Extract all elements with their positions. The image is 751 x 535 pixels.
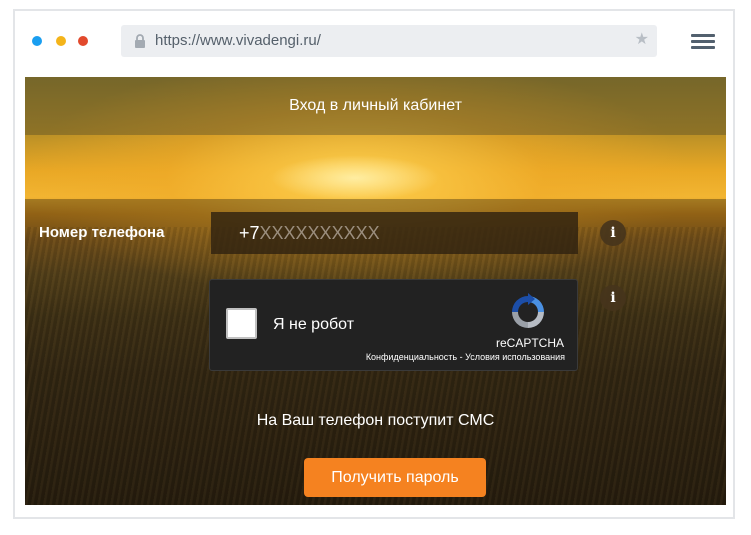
login-panel: Вход в личный кабинет Номер телефона +7X… [25,77,726,505]
hamburger-menu-icon[interactable] [691,33,715,51]
recaptcha-brand: reCAPTCHA [496,336,565,350]
phone-placeholder: XXXXXXXXXX [259,223,380,243]
lock-icon [135,34,145,48]
address-bar[interactable]: https://www.vivadengi.ru/ ★ [121,25,657,57]
sms-notice: На Ваш телефон поступит СМС [256,412,495,429]
page-title: Вход в личный кабинет [289,97,462,114]
phone-prefix: +7 [239,223,260,243]
phone-info-icon[interactable]: i [600,220,626,246]
recaptcha-privacy-terms-links[interactable]: Конфиденциальность - Условия использован… [366,352,565,363]
window-dot-red[interactable] [78,36,88,46]
captcha-checkbox-label: Я не робот [273,316,355,333]
get-password-button[interactable]: Получить пароль [304,458,486,497]
phone-label: Номер телефона [39,224,165,241]
window-dot-yellow[interactable] [56,36,66,46]
captcha-info-icon[interactable]: i [600,285,626,311]
sunset-background-image [270,155,440,201]
window-dot-blue[interactable] [32,36,42,46]
url-text: https://www.vivadengi.ru/ [155,32,321,49]
recaptcha-logo-icon [512,293,544,328]
phone-input[interactable]: +7XXXXXXXXXX [211,212,578,254]
browser-toolbar: https://www.vivadengi.ru/ ★ [15,11,733,77]
browser-window: https://www.vivadengi.ru/ ★ Вход в личны… [13,9,735,519]
recaptcha-widget: Я не робот reCAPTCHA Конфиденциальность … [209,279,578,371]
captcha-checkbox[interactable] [226,308,257,339]
star-icon[interactable]: ★ [635,30,649,50]
